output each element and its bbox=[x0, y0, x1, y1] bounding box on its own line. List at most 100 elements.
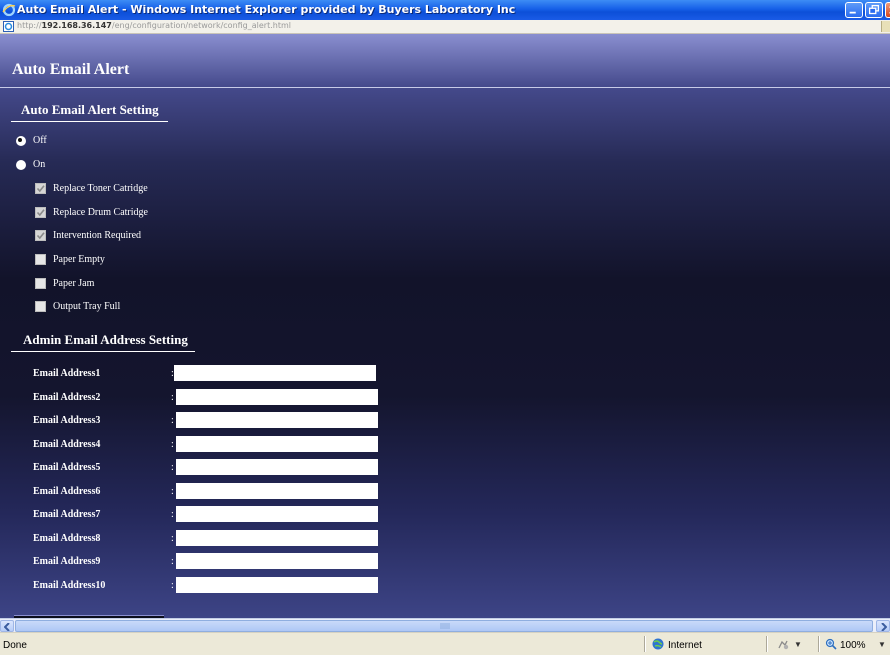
protected-mode-icon[interactable] bbox=[777, 638, 789, 650]
zone-label: Internet bbox=[668, 640, 702, 651]
email-label-2: Email Address2 bbox=[33, 392, 101, 403]
email-address-1-input[interactable] bbox=[174, 365, 376, 381]
email-address-7-input[interactable] bbox=[176, 506, 378, 522]
page-header: Auto Email Alert bbox=[0, 34, 890, 86]
zoom-icon bbox=[825, 638, 837, 650]
email-address-10-input[interactable] bbox=[176, 577, 378, 593]
output-tray-full-label: Output Tray Full bbox=[53, 301, 121, 312]
email-row-8: Email Address8 : bbox=[0, 530, 400, 548]
alert-section-divider bbox=[11, 121, 168, 122]
close-icon bbox=[889, 6, 890, 14]
paper-empty-checkbox[interactable] bbox=[35, 254, 46, 265]
address-bar[interactable]: http://192.168.36.147/eng/configuration/… bbox=[0, 20, 890, 34]
alert-section-title: Auto Email Alert Setting bbox=[21, 102, 159, 117]
email-colon: : bbox=[171, 556, 174, 567]
window-title: Auto Email Alert - Windows Internet Expl… bbox=[17, 3, 516, 16]
paper-jam-label: Paper Jam bbox=[53, 278, 95, 289]
email-row-1: Email Address1 : bbox=[0, 365, 400, 383]
paper-jam-checkbox[interactable] bbox=[35, 278, 46, 289]
horizontal-scrollbar[interactable] bbox=[0, 618, 890, 632]
url-host: 192.168.36.147 bbox=[41, 21, 112, 30]
email-row-5: Email Address5 : bbox=[0, 459, 400, 477]
replace-toner-label: Replace Toner Catridge bbox=[53, 183, 148, 194]
email-address-8-input[interactable] bbox=[176, 530, 378, 546]
status-text: Done bbox=[3, 640, 27, 651]
radio-on-button[interactable] bbox=[16, 160, 26, 170]
scroll-left-icon bbox=[4, 623, 10, 631]
close-button[interactable] bbox=[885, 2, 890, 18]
email-label-5: Email Address5 bbox=[33, 462, 101, 473]
paper-empty-label: Paper Empty bbox=[53, 254, 105, 265]
email-label-6: Email Address6 bbox=[33, 486, 101, 497]
radio-off-label: Off bbox=[33, 135, 47, 146]
url-path: /eng/configuration/network/config_alert.… bbox=[111, 21, 291, 30]
radio-off-button[interactable] bbox=[16, 136, 26, 146]
admin-section-title: Admin Email Address Setting bbox=[23, 332, 188, 347]
email-label-8: Email Address8 bbox=[33, 533, 101, 544]
minimize-button[interactable] bbox=[845, 2, 863, 18]
email-row-4: Email Address4 : bbox=[0, 436, 400, 454]
email-label-4: Email Address4 bbox=[33, 439, 101, 450]
minimize-icon bbox=[849, 11, 856, 14]
grip-icon bbox=[440, 623, 450, 629]
window-titlebar[interactable]: Auto Email Alert - Windows Internet Expl… bbox=[0, 0, 890, 20]
replace-drum-label: Replace Drum Catridge bbox=[53, 207, 148, 218]
email-row-6: Email Address6 : bbox=[0, 483, 400, 501]
check-icon bbox=[36, 185, 45, 193]
replace-drum-checkbox[interactable] bbox=[35, 207, 46, 218]
page-icon bbox=[3, 21, 14, 32]
email-row-9: Email Address9 : bbox=[0, 553, 400, 571]
email-label-7: Email Address7 bbox=[33, 509, 101, 520]
page-content: Auto Email Alert Auto Email Alert Settin… bbox=[0, 34, 890, 618]
url-scheme: http:// bbox=[17, 21, 42, 30]
check-icon bbox=[36, 232, 45, 240]
email-colon: : bbox=[171, 486, 174, 497]
scroll-right-icon bbox=[881, 623, 887, 631]
email-label-1: Email Address1 bbox=[33, 368, 101, 379]
status-divider bbox=[766, 636, 768, 652]
scroll-right-button[interactable] bbox=[876, 620, 890, 632]
status-bar: Done Internet ▼ 100% ▼ bbox=[0, 632, 890, 655]
page-title: Auto Email Alert bbox=[12, 61, 130, 78]
email-colon: : bbox=[171, 415, 174, 426]
intervention-required-label: Intervention Required bbox=[53, 230, 142, 241]
intervention-required-checkbox[interactable] bbox=[35, 230, 46, 241]
email-colon: : bbox=[171, 580, 174, 591]
email-row-3: Email Address3 : bbox=[0, 412, 400, 430]
radio-on-label: On bbox=[33, 159, 46, 170]
chevron-down-icon[interactable]: ▼ bbox=[794, 640, 802, 649]
email-colon: : bbox=[171, 533, 174, 544]
restore-button[interactable] bbox=[865, 2, 883, 18]
restore-icon bbox=[868, 4, 880, 15]
email-row-7: Email Address7 : bbox=[0, 506, 400, 524]
globe-icon bbox=[652, 638, 664, 650]
email-row-10: Email Address10 : bbox=[0, 577, 400, 595]
email-row-2: Email Address2 : bbox=[0, 389, 400, 407]
email-label-10: Email Address10 bbox=[33, 580, 106, 591]
header-divider bbox=[0, 87, 890, 88]
zoom-level: 100% bbox=[840, 640, 866, 651]
status-divider bbox=[818, 636, 820, 652]
email-colon: : bbox=[171, 439, 174, 450]
scroll-left-button[interactable] bbox=[0, 620, 14, 632]
output-tray-full-checkbox[interactable] bbox=[35, 301, 46, 312]
email-address-5-input[interactable] bbox=[176, 459, 378, 475]
email-address-3-input[interactable] bbox=[176, 412, 378, 428]
email-colon: : bbox=[171, 462, 174, 473]
address-url[interactable]: http://192.168.36.147/eng/configuration/… bbox=[17, 21, 291, 30]
email-address-4-input[interactable] bbox=[176, 436, 378, 452]
email-label-9: Email Address9 bbox=[33, 556, 101, 567]
go-icon[interactable] bbox=[881, 21, 890, 32]
replace-toner-checkbox[interactable] bbox=[35, 183, 46, 194]
chevron-down-icon[interactable]: ▼ bbox=[878, 640, 886, 649]
scroll-thumb[interactable] bbox=[15, 620, 873, 632]
email-address-6-input[interactable] bbox=[176, 483, 378, 499]
email-label-3: Email Address3 bbox=[33, 415, 101, 426]
admin-section-divider bbox=[11, 351, 195, 352]
check-icon bbox=[36, 209, 45, 217]
ie-logo-icon bbox=[2, 3, 16, 17]
email-colon: : bbox=[171, 392, 174, 403]
email-address-2-input[interactable] bbox=[176, 389, 378, 405]
status-divider bbox=[644, 636, 646, 652]
email-address-9-input[interactable] bbox=[176, 553, 378, 569]
